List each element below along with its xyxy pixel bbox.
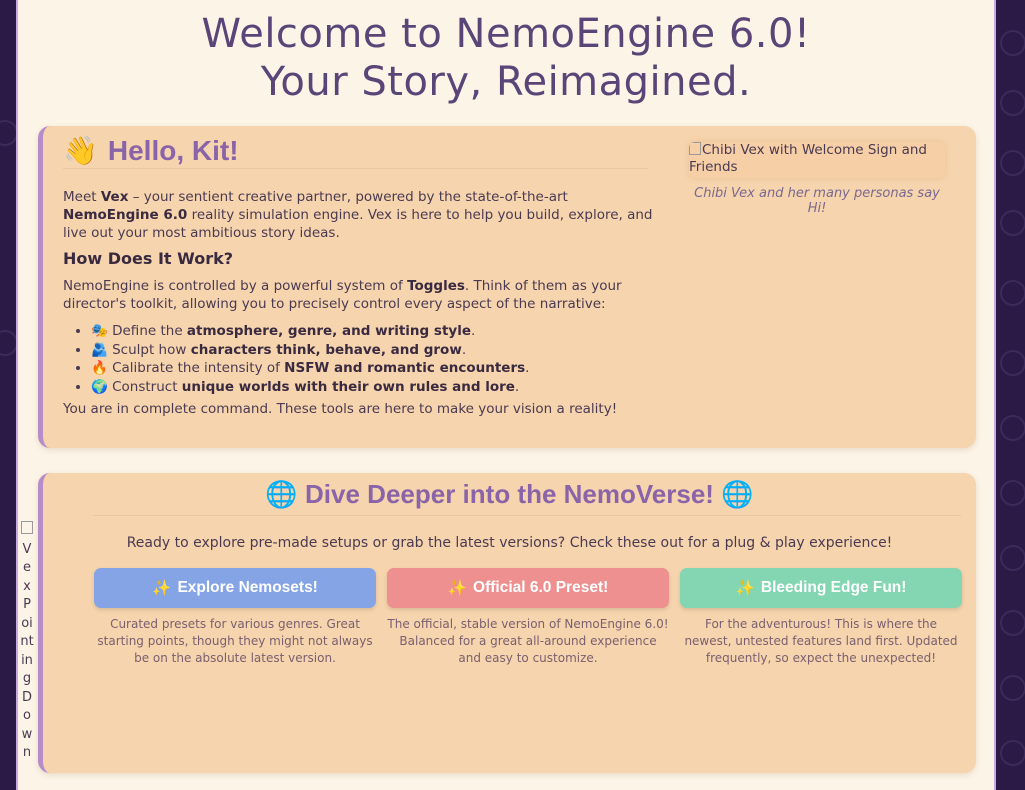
broken-image-icon	[689, 142, 701, 155]
feature-text: .	[514, 378, 520, 395]
deeper-heading: 🌐 Dive Deeper into the NemoVerse! 🌐	[43, 479, 976, 510]
image-alt-text: Vex Pointing Down	[20, 541, 34, 761]
decor-ring	[1000, 350, 1025, 376]
hello-title: Hello, Kit!	[107, 135, 239, 166]
feature-bold: NSFW and romantic encounters	[284, 360, 526, 376]
title-line-2: Your Story, Reimagined.	[260, 59, 752, 105]
feature-text: .	[525, 360, 530, 376]
sparkles-icon: ✨	[447, 579, 468, 597]
globe-icon: 🌐	[721, 479, 754, 509]
title-line-1: Welcome to NemoEngine 6.0!	[201, 11, 811, 57]
hello-heading: 👋 Hello, Kit!	[63, 134, 239, 167]
toggles-term: Toggles	[407, 278, 465, 294]
list-item: 🎭 Define the atmosphere, genre, and writ…	[91, 322, 651, 341]
deeper-card: 🌐 Dive Deeper into the NemoVerse! 🌐 Read…	[38, 473, 976, 773]
decor-ring	[1000, 150, 1025, 176]
globe-icon: 🌍	[91, 378, 108, 395]
people-hugging-icon: 🫂	[91, 341, 108, 358]
image-caption: Chibi Vex and her many personas say Hi!	[694, 186, 940, 216]
how-paragraph: NemoEngine is controlled by a powerful s…	[63, 277, 623, 313]
vex-name: Vex	[100, 189, 129, 205]
page-title: Welcome to NemoEngine 6.0! Your Story, R…	[18, 10, 994, 106]
bleeding-edge-description: For the adventurous! This is where the n…	[684, 617, 958, 665]
divider	[93, 515, 961, 516]
feature-bold: unique worlds with their own rules and l…	[181, 378, 515, 395]
engine-name: NemoEngine 6.0	[63, 207, 188, 223]
feature-text: .	[461, 341, 467, 358]
waving-hand-icon: 👋	[63, 135, 98, 166]
intro-text: – your sentient creative partner, powere…	[128, 189, 568, 205]
how-text: NemoEngine is controlled by a powerful s…	[63, 278, 408, 294]
feature-bold: characters think, behave, and grow	[190, 341, 462, 358]
broken-image-icon	[21, 521, 33, 534]
welcome-page: Welcome to NemoEngine 6.0! Your Story, R…	[16, 0, 996, 790]
how-heading: How Does It Work?	[63, 249, 234, 268]
list-item: 🫂 Sculpt how characters think, behave, a…	[91, 341, 651, 360]
feature-list: 🎭 Define the atmosphere, genre, and writ…	[75, 322, 651, 396]
feature-text: Calibrate the intensity of	[112, 360, 285, 376]
decor-ring	[1000, 210, 1025, 236]
vex-pointing-image: Vex Pointing Down	[20, 521, 34, 763]
button-label: Explore Nemosets!	[177, 579, 318, 596]
deeper-title: Dive Deeper into the NemoVerse!	[305, 479, 714, 509]
deeper-intro: Ready to explore pre-made setups or grab…	[126, 535, 893, 551]
sparkles-icon: ✨	[152, 579, 172, 597]
fire-icon: 🔥	[91, 360, 108, 376]
nemosets-description: Curated presets for various genres. Grea…	[97, 617, 373, 665]
official-preset-button[interactable]: ✨ Official 6.0 Preset!	[387, 568, 669, 608]
feature-text: .	[470, 323, 476, 339]
button-label: Bleeding Edge Fun!	[760, 579, 907, 596]
image-alt-text: Chibi Vex with Welcome Sign and Friends	[689, 142, 927, 175]
decor-ring	[1000, 610, 1025, 636]
feature-text: Construct	[112, 378, 182, 395]
decor-ring	[1000, 545, 1025, 571]
feature-text: Define the	[112, 323, 187, 339]
decor-ring	[1000, 280, 1025, 306]
bleeding-edge-button[interactable]: ✨ Bleeding Edge Fun!	[680, 568, 962, 608]
official-preset-description: The official, stable version of NemoEngi…	[387, 617, 669, 665]
chibi-vex-image: Chibi Vex with Welcome Sign and Friends	[689, 142, 945, 178]
hello-card: 👋 Hello, Kit! Meet Vex – your sentient cr…	[38, 126, 976, 448]
sparkles-icon: ✨	[735, 579, 755, 597]
decor-ring	[1000, 480, 1025, 506]
decor-ring	[1000, 30, 1025, 56]
list-item: 🔥 Calibrate the intensity of NSFW and ro…	[91, 359, 651, 378]
decor-ring	[1000, 740, 1025, 766]
intro-paragraph: Meet Vex – your sentient creative partne…	[63, 188, 653, 242]
globe-icon: 🌐	[265, 479, 298, 509]
explore-nemosets-button[interactable]: ✨ Explore Nemosets!	[94, 568, 376, 608]
feature-text: Sculpt how	[112, 341, 191, 358]
divider	[63, 168, 648, 169]
list-item: 🌍 Construct unique worlds with their own…	[91, 378, 651, 397]
button-label: Official 6.0 Preset!	[473, 579, 609, 596]
intro-text: Meet	[63, 189, 101, 205]
decor-ring	[1000, 90, 1025, 116]
decor-ring	[1000, 675, 1025, 701]
theater-masks-icon: 🎭	[91, 323, 108, 339]
outro-paragraph: You are in complete command. These tools…	[63, 401, 618, 417]
decor-ring	[1000, 415, 1025, 441]
feature-bold: atmosphere, genre, and writing style	[186, 323, 471, 339]
